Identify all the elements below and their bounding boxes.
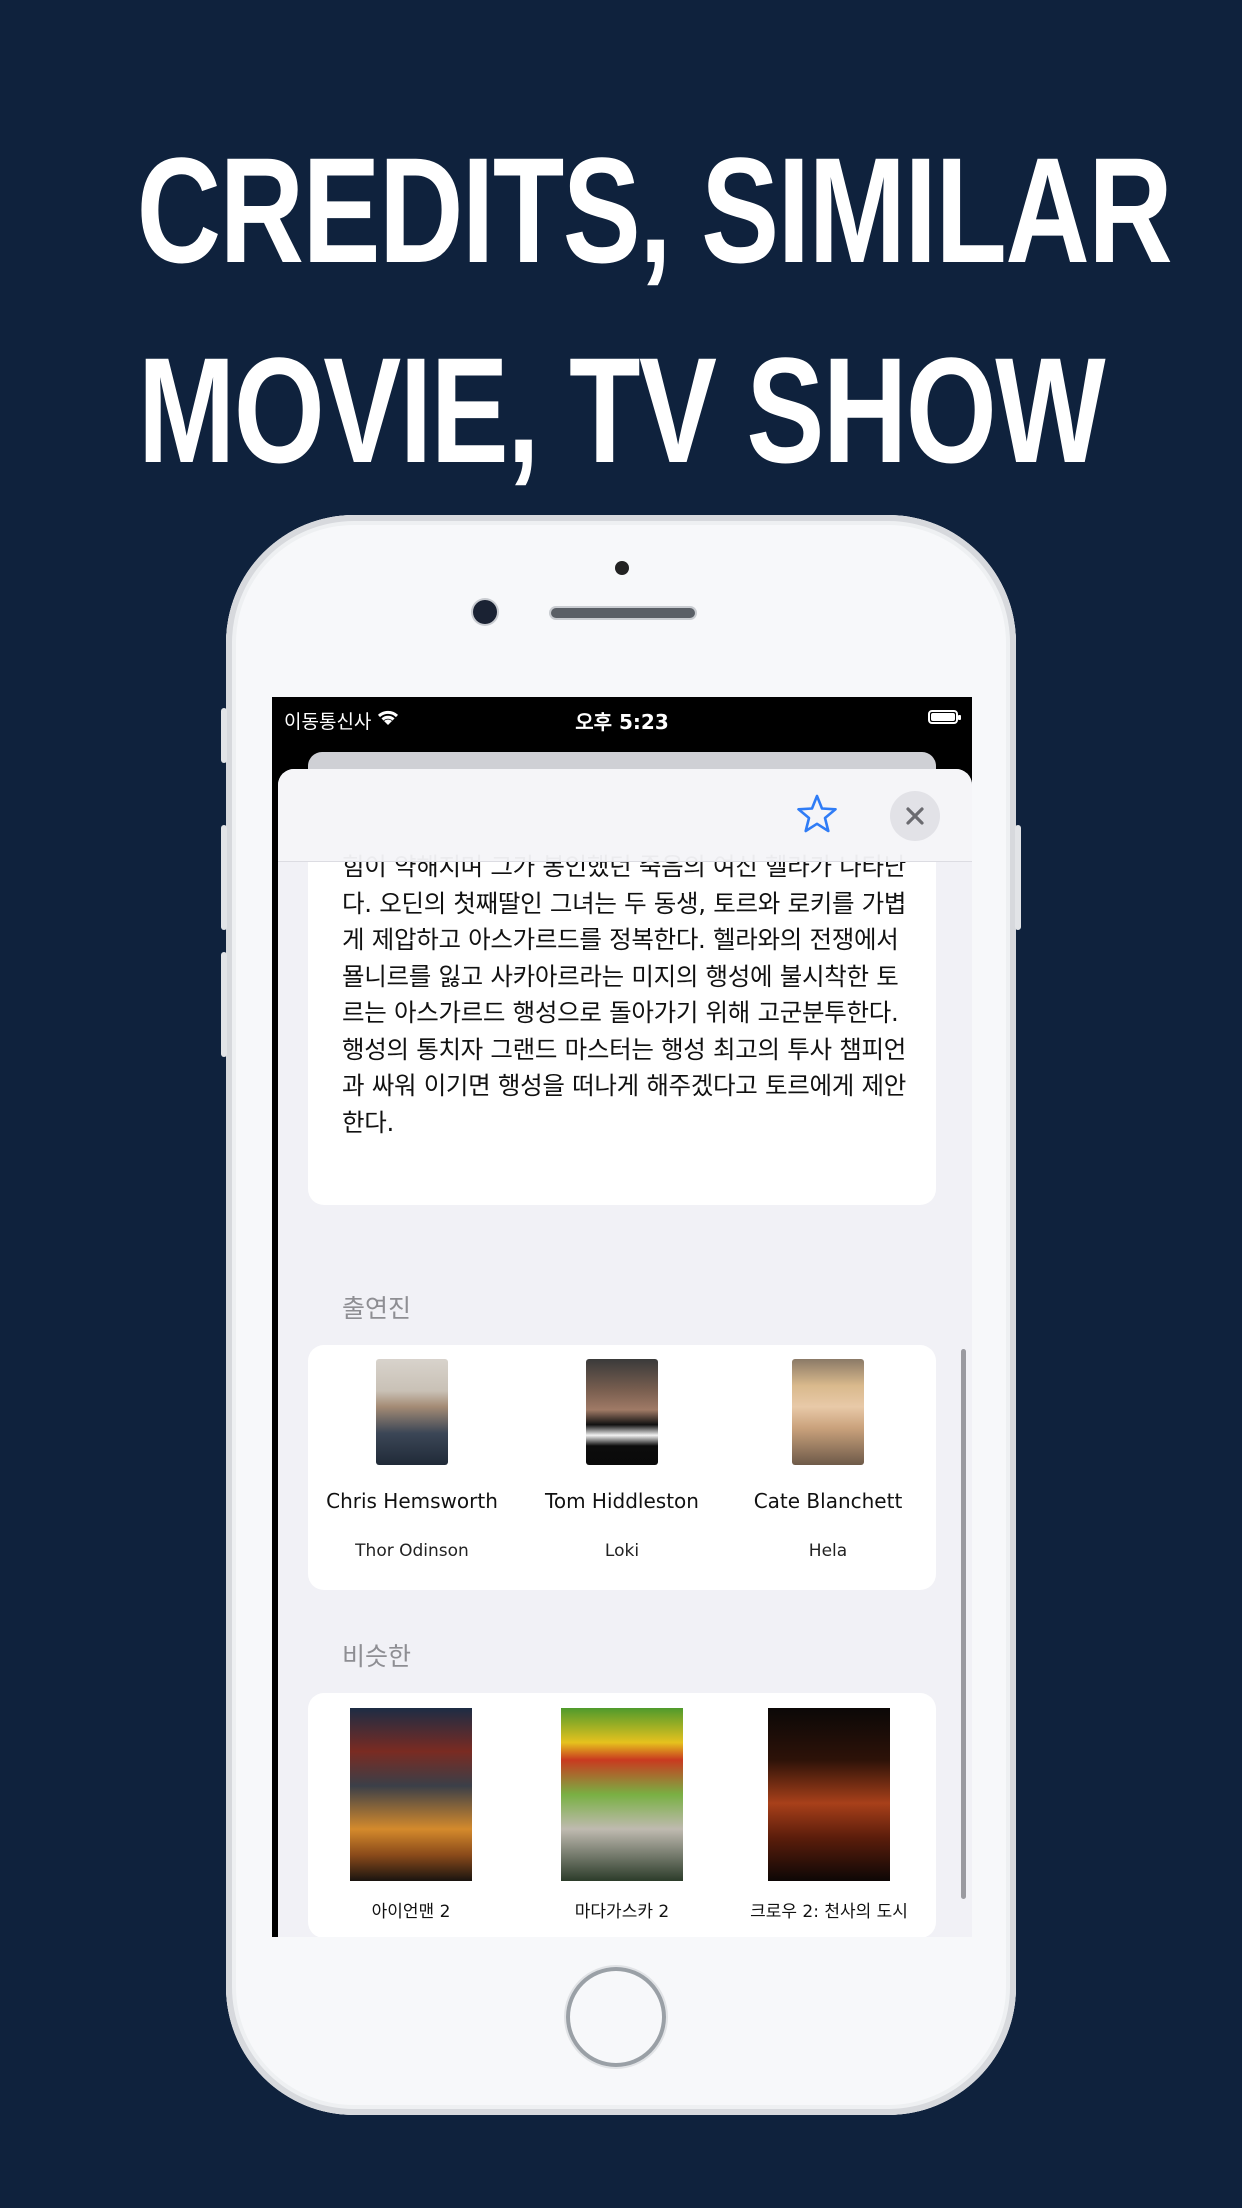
mute-switch	[221, 708, 227, 763]
screen: 이동통신사 오후 5:23 힘이 약해지며 그가 봉인했던 죽음의 여신 헬라가	[272, 697, 972, 1937]
star-icon	[797, 794, 837, 833]
cast-card: Chris Hemsworth Thor Odinson Tom Hiddles…	[308, 1345, 936, 1590]
movie-title: 마다가스카 2	[574, 1902, 670, 1922]
headline-line-2: MOVIE, TV SHOW	[137, 326, 1106, 494]
detail-sheet: 힘이 약해지며 그가 봉인했던 죽음의 여신 헬라가 나타난다. 오딘의 첫째딸…	[278, 769, 972, 1937]
cast-role: Hela	[808, 1541, 848, 1561]
cast-name: Cate Blanchett	[753, 1489, 903, 1513]
cast-role: Thor Odinson	[355, 1541, 469, 1561]
speaker-grille	[551, 608, 695, 618]
battery-icon	[928, 710, 961, 724]
movie-poster	[561, 1708, 683, 1881]
movie-title: 크로우 2: 천사의 도시	[750, 1902, 908, 1922]
volume-up-button	[221, 825, 227, 930]
scrollbar[interactable]	[961, 1349, 966, 1899]
similar-movie-item[interactable]: 마다가스카 2	[519, 1708, 725, 1922]
cast-photo	[586, 1359, 658, 1465]
sensor	[615, 561, 629, 575]
cast-section-label: 출연진	[342, 1294, 412, 1323]
close-button[interactable]	[890, 791, 940, 841]
cast-photo	[792, 1359, 864, 1465]
status-bar: 이동통신사 오후 5:23	[272, 697, 972, 741]
movie-title: 아이언맨 2	[371, 1902, 451, 1922]
volume-down-button	[221, 952, 227, 1057]
home-button[interactable]	[566, 1967, 666, 2067]
headline: CREDITS, SIMILAR MOVIE, TV SHOW	[136, 110, 1173, 510]
cast-name: Tom Hiddleston	[545, 1489, 699, 1513]
favorite-button[interactable]	[794, 791, 840, 837]
similar-section-label: 비슷한	[342, 1642, 412, 1671]
sheet-toolbar	[278, 769, 972, 862]
similar-movie-item[interactable]: 크로우 2: 천사의 도시	[726, 1708, 932, 1922]
movie-poster	[768, 1708, 890, 1881]
cast-name: Chris Hemsworth	[326, 1489, 498, 1513]
close-icon	[906, 807, 924, 825]
headline-line-1: CREDITS, SIMILAR	[136, 126, 1173, 294]
similar-movie-item[interactable]: 아이언맨 2	[308, 1708, 514, 1922]
cast-role: Loki	[604, 1541, 640, 1561]
similar-card: 아이언맨 2 마다가스카 2 크로우 2: 천사의 도시	[308, 1693, 936, 1937]
movie-poster	[350, 1708, 472, 1881]
cast-photo	[376, 1359, 448, 1465]
cast-item[interactable]: Chris Hemsworth Thor Odinson	[312, 1359, 512, 1561]
cast-item[interactable]: Tom Hiddleston Loki	[522, 1359, 722, 1561]
front-camera	[473, 600, 497, 624]
cast-item[interactable]: Cate Blanchett Hela	[728, 1359, 928, 1561]
overview-text: 힘이 약해지며 그가 봉인했던 죽음의 여신 헬라가 나타난다. 오딘의 첫째딸…	[342, 852, 907, 1137]
clock: 오후 5:23	[575, 710, 669, 734]
power-button	[1015, 825, 1021, 930]
